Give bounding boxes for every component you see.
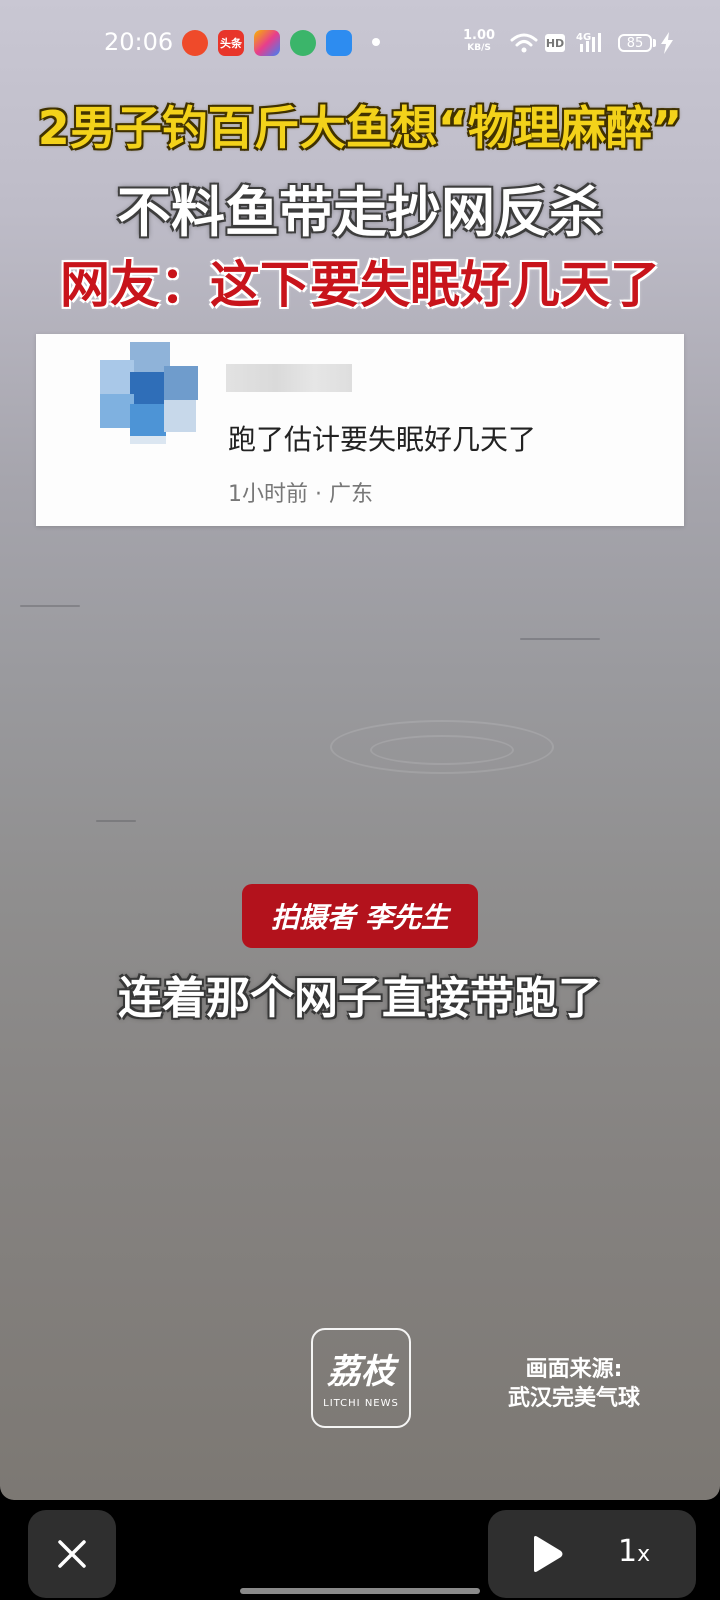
app-icon-1 xyxy=(182,30,208,56)
video-caption: 连着那个网子直接带跑了 xyxy=(118,973,602,1024)
app-icon-3 xyxy=(254,30,280,56)
battery-level: 85 xyxy=(626,35,644,51)
playback-speed-button[interactable]: 1x xyxy=(618,1534,650,1569)
network-speed-value: 1.00 xyxy=(463,28,496,43)
logo-text-en: LITCHI NEWS xyxy=(323,1398,399,1409)
play-icon[interactable] xyxy=(530,1535,564,1573)
headline-line-3: 网友：这下要失眠好几天了 xyxy=(60,256,660,314)
status-time: 20:06 xyxy=(104,28,174,56)
battery-icon: 85 xyxy=(618,34,652,52)
video-player[interactable]: 20:06 头条 1.00 KB/S HD 4G 85 2男子钓百斤大鱼想“物理… xyxy=(0,0,720,1500)
status-bar: 20:06 头条 1.00 KB/S HD 4G 85 xyxy=(0,0,720,88)
cell-signal-icon: 4G xyxy=(576,32,601,52)
playback-speed-value: 1 xyxy=(618,1534,638,1569)
comment-screenshot-card: 跑了估计要失眠好几天了 1小时前 · 广东 xyxy=(36,334,684,526)
close-button[interactable] xyxy=(28,1510,116,1598)
blurred-username xyxy=(226,364,352,392)
blurred-avatar xyxy=(100,342,202,444)
app-icon-toutiao: 头条 xyxy=(218,30,244,56)
app-icon-4 xyxy=(290,30,316,56)
notification-app-icons: 头条 xyxy=(182,30,352,56)
battery-tip xyxy=(653,39,656,47)
logo-text-cn: 荔枝 xyxy=(327,1352,395,1392)
wifi-icon xyxy=(510,33,538,53)
screen: 20:06 头条 1.00 KB/S HD 4G 85 2男子钓百斤大鱼想“物理… xyxy=(0,0,720,1600)
playback-speed-suffix: x xyxy=(637,1542,651,1567)
water-ripple xyxy=(370,735,514,765)
source-label: 画面来源: xyxy=(525,1357,623,1382)
notification-dot xyxy=(372,38,380,46)
app-icon-toutiao-label: 头条 xyxy=(220,37,242,50)
source-name: 武汉完美气球 xyxy=(507,1386,640,1411)
comment-meta: 1小时前 · 广东 xyxy=(228,482,373,507)
water-streak xyxy=(520,638,600,640)
litchi-news-logo: 荔枝 LITCHI NEWS xyxy=(311,1328,411,1428)
playback-controls: 1x xyxy=(488,1510,696,1598)
footage-source: 画面来源: 武汉完美气球 xyxy=(484,1355,664,1413)
home-indicator[interactable] xyxy=(240,1588,480,1594)
comment-text: 跑了估计要失眠好几天了 xyxy=(228,423,537,456)
network-speed-unit: KB/S xyxy=(467,43,491,53)
water-streak xyxy=(20,605,80,607)
speaker-badge: 拍摄者 李先生 xyxy=(242,884,478,948)
network-speed: 1.00 KB/S xyxy=(463,28,496,54)
charging-bolt-icon xyxy=(661,32,673,54)
close-icon xyxy=(58,1540,86,1568)
hd-icon: HD xyxy=(545,34,565,52)
headline-line-1: 2男子钓百斤大鱼想“物理麻醉” xyxy=(37,101,683,155)
app-icon-5 xyxy=(326,30,352,56)
water-streak xyxy=(96,820,136,822)
headline-line-2: 不料鱼带走抄网反杀 xyxy=(117,181,603,244)
